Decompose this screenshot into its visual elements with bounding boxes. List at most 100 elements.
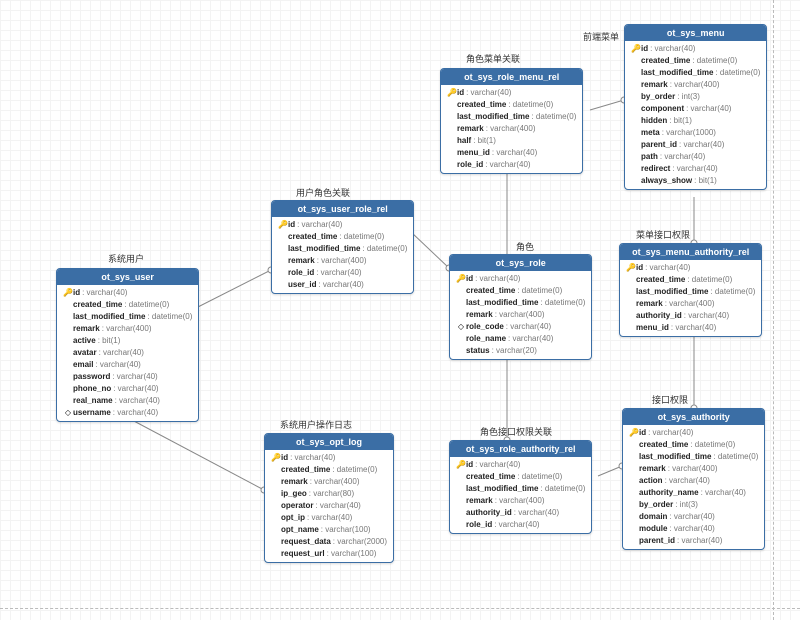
column-name: authority_name <box>639 487 699 499</box>
column-name: last_modified_time <box>288 243 360 255</box>
column-type: : datetime(0) <box>362 243 407 255</box>
caption-r: 角色 <box>516 240 534 253</box>
column-name: created_time <box>288 231 337 243</box>
column-type: : bit(1) <box>98 335 121 347</box>
column-type: : int(3) <box>677 91 700 103</box>
column-type: : datetime(0) <box>692 55 737 67</box>
table-header: ot_sys_menu_authority_rel <box>620 244 761 260</box>
column-row: last_modified_time: datetime(0) <box>623 451 764 463</box>
column-type: : varchar(40) <box>645 262 690 274</box>
column-row: remark: varchar(400) <box>57 323 198 335</box>
column-name: component <box>641 103 684 115</box>
diamond-icon: ◇ <box>456 321 466 333</box>
column-name: hidden <box>641 115 667 127</box>
column-type: : varchar(40) <box>115 395 160 407</box>
column-name: remark <box>281 476 308 488</box>
column-name: request_data <box>281 536 331 548</box>
key-icon: 🔑 <box>629 427 639 439</box>
column-type: : varchar(40) <box>113 407 158 419</box>
column-row: ◇role_code: varchar(40) <box>450 321 591 333</box>
column-name: remark <box>639 463 666 475</box>
column-name: menu_id <box>636 322 669 334</box>
column-type: : varchar(40) <box>112 371 157 383</box>
column-name: email <box>73 359 93 371</box>
column-row: by_order: int(3) <box>625 91 766 103</box>
table-userRole[interactable]: ot_sys_user_role_rel🔑id: varchar(40)crea… <box>271 200 414 294</box>
column-type: : varchar(40) <box>113 383 158 395</box>
column-row: remark: varchar(400) <box>265 476 393 488</box>
column-name: created_time <box>641 55 690 67</box>
column-type: : varchar(400) <box>495 495 545 507</box>
column-type: : bit(1) <box>694 175 717 187</box>
column-row: last_modified_time: datetime(0) <box>450 297 591 309</box>
column-name: user_id <box>288 279 316 291</box>
column-type: : bit(1) <box>669 115 692 127</box>
column-name: path <box>641 151 658 163</box>
column-type: : datetime(0) <box>517 285 562 297</box>
table-body: 🔑id: varchar(40)created_time: datetime(0… <box>450 271 591 359</box>
column-name: action <box>639 475 663 487</box>
column-type: : varchar(400) <box>310 476 360 488</box>
column-name: redirect <box>641 163 670 175</box>
key-icon: 🔑 <box>271 452 281 464</box>
relation-edge <box>598 466 622 476</box>
column-row: 🔑id: varchar(40) <box>57 287 198 299</box>
table-menuAuth[interactable]: ot_sys_menu_authority_rel🔑id: varchar(40… <box>619 243 762 337</box>
column-row: ip_geo: varchar(80) <box>265 488 393 500</box>
column-name: avatar <box>73 347 97 359</box>
column-row: request_url: varchar(100) <box>265 548 393 560</box>
relation-edge <box>132 420 264 490</box>
table-auth[interactable]: ot_sys_authority🔑id: varchar(40)created_… <box>622 408 765 550</box>
column-name: authority_id <box>466 507 512 519</box>
column-type: : datetime(0) <box>517 471 562 483</box>
column-type: : datetime(0) <box>715 67 760 79</box>
column-row: email: varchar(40) <box>57 359 198 371</box>
table-optLog[interactable]: ot_sys_opt_log🔑id: varchar(40)created_ti… <box>264 433 394 563</box>
column-type: : varchar(40) <box>318 279 363 291</box>
column-name: last_modified_time <box>457 111 529 123</box>
column-row: parent_id: varchar(40) <box>625 139 766 151</box>
table-menu[interactable]: ot_sys_menu🔑id: varchar(40)created_time:… <box>624 24 767 190</box>
column-type: : varchar(40) <box>508 333 553 345</box>
caption-log: 系统用户操作日志 <box>280 418 352 431</box>
column-row: remark: varchar(400) <box>450 309 591 321</box>
table-role[interactable]: ot_sys_role🔑id: varchar(40)created_time:… <box>449 254 592 360</box>
column-name: remark <box>466 309 493 321</box>
column-type: : varchar(40) <box>475 273 520 285</box>
column-type: : bit(1) <box>473 135 496 147</box>
column-name: id <box>457 87 464 99</box>
column-name: by_order <box>639 499 673 511</box>
caption-ma: 菜单接口权限 <box>636 228 690 241</box>
column-type: : varchar(40) <box>82 287 127 299</box>
column-row: remark: varchar(400) <box>441 123 582 135</box>
table-user[interactable]: ot_sys_user🔑id: varchar(40)created_time:… <box>56 268 199 422</box>
column-type: : datetime(0) <box>339 231 384 243</box>
column-type: : datetime(0) <box>687 274 732 286</box>
column-type: : varchar(40) <box>494 519 539 531</box>
column-name: status <box>466 345 490 357</box>
table-header: ot_sys_role_menu_rel <box>441 69 582 85</box>
column-name: menu_id <box>457 147 490 159</box>
table-roleMenu[interactable]: ot_sys_role_menu_rel🔑id: varchar(40)crea… <box>440 68 583 174</box>
column-name: last_modified_time <box>466 297 538 309</box>
column-name: id <box>281 452 288 464</box>
column-name: always_show <box>641 175 692 187</box>
column-name: role_id <box>457 159 483 171</box>
column-name: by_order <box>641 91 675 103</box>
column-type: : varchar(1000) <box>662 127 716 139</box>
table-header: ot_sys_menu <box>625 25 766 41</box>
column-name: remark <box>73 323 100 335</box>
table-roleAuth[interactable]: ot_sys_role_authority_rel🔑id: varchar(40… <box>449 440 592 534</box>
column-row: module: varchar(40) <box>623 523 764 535</box>
column-type: : varchar(40) <box>650 43 695 55</box>
column-row: last_modified_time: datetime(0) <box>57 311 198 323</box>
column-name: id <box>466 273 473 285</box>
column-name: active <box>73 335 96 347</box>
column-type: : varchar(40) <box>316 267 361 279</box>
column-type: : datetime(0) <box>713 451 758 463</box>
column-type: : varchar(40) <box>315 500 360 512</box>
column-row: opt_name: varchar(100) <box>265 524 393 536</box>
column-name: last_modified_time <box>73 311 145 323</box>
column-name: role_id <box>288 267 314 279</box>
column-row: last_modified_time: datetime(0) <box>272 243 413 255</box>
